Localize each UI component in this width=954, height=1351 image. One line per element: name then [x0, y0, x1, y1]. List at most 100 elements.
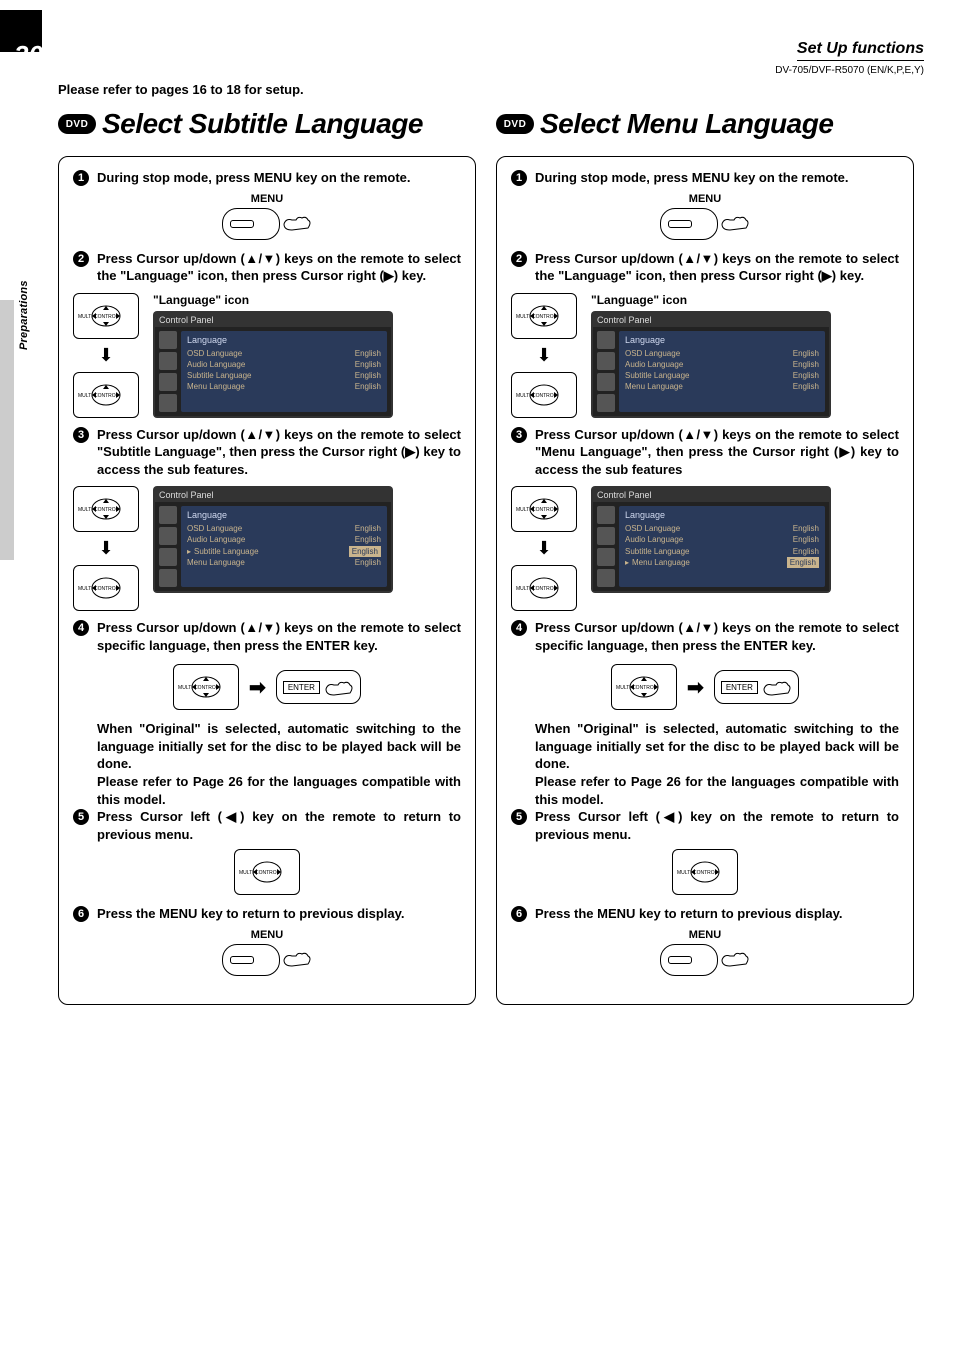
panel-category-icon — [159, 394, 177, 412]
step-number-icon: 1 — [511, 170, 527, 186]
enter-key-icon: ENTER — [276, 670, 361, 704]
step-text: Press Cursor up/down (▲/▼) keys on the r… — [97, 619, 461, 654]
step-text: During stop mode, press MENU key on the … — [97, 169, 411, 187]
step-number-icon: 6 — [511, 906, 527, 922]
multi-control-label: MULTI CONTROL — [178, 685, 218, 691]
control-panel-screenshot: Control Panel LanguageOSD LanguageEnglish… — [153, 486, 393, 593]
left-column: DVD Select Subtitle Language 1 During st… — [58, 108, 476, 1005]
section-title-right: DVD Select Menu Language — [496, 108, 914, 140]
multi-control-label: MULTI CONTROL — [677, 870, 717, 876]
panel-icon-column — [159, 331, 177, 412]
panel-row: Audio LanguageEnglish — [625, 359, 819, 370]
menu-key-group: MENU — [222, 929, 312, 976]
panel-row: Audio LanguageEnglish — [187, 534, 381, 545]
enter-key-diagram: MULTI CONTROL ➡ ENTER — [73, 664, 461, 710]
panel-category-icon — [159, 527, 177, 545]
page-number: 20 — [14, 40, 43, 71]
step: 2 Press Cursor up/down (▲/▼) keys on the… — [511, 250, 899, 285]
dvd-badge-icon: DVD — [496, 114, 534, 134]
right-frame: 1 During stop mode, press MENU key on th… — [496, 156, 914, 1005]
step-note: When "Original" is selected, automatic s… — [97, 720, 461, 808]
step-text: Press Cursor left (◀) key on the remote … — [535, 808, 899, 843]
step-note: When "Original" is selected, automatic s… — [535, 720, 899, 808]
step-number-icon: 5 — [73, 809, 89, 825]
step-number-icon: 4 — [73, 620, 89, 636]
panel-category-icon — [597, 352, 615, 370]
step-number-icon: 2 — [73, 251, 89, 267]
multi-control-stack: MULTI CONTROL ⬇ MULTI CONTROL — [511, 486, 577, 611]
panel-icon-column — [597, 331, 615, 412]
panel-row: Menu LanguageEnglish — [625, 381, 819, 392]
multi-control-label: MULTI CONTROL — [616, 685, 656, 691]
multi-control-icon: MULTI CONTROL — [511, 486, 577, 532]
multi-control-icon: MULTI CONTROL — [73, 372, 139, 418]
step-number-icon: 1 — [73, 170, 89, 186]
panel-row: OSD LanguageEnglish — [625, 348, 819, 359]
hand-icon — [762, 675, 792, 699]
menu-key-icon — [660, 208, 718, 240]
panel-row: Audio LanguageEnglish — [187, 359, 381, 370]
step: 1 During stop mode, press MENU key on th… — [511, 169, 899, 187]
panel-row: OSD LanguageEnglish — [187, 348, 381, 359]
panel-row: OSD LanguageEnglish — [625, 523, 819, 534]
menu-key-icon — [222, 944, 280, 976]
menu-key-diagram: MENU — [73, 193, 461, 240]
panel-titlebar: Control Panel — [593, 313, 829, 327]
enter-label: ENTER — [283, 681, 320, 694]
down-arrow-icon: ⬇ — [98, 345, 113, 366]
language-icon-caption: "Language" icon — [153, 293, 461, 307]
menu-key-icon — [660, 944, 718, 976]
multi-control-label: MULTI CONTROL — [239, 870, 279, 876]
panel-category-icon — [159, 506, 177, 524]
step-text: Press Cursor up/down (▲/▼) keys on the r… — [97, 426, 461, 479]
step-text: Press Cursor up/down (▲/▼) keys on the r… — [97, 250, 461, 285]
menu-label: MENU — [689, 193, 721, 205]
step: 6 Press the MENU key to return to previo… — [511, 905, 899, 923]
panel-list: Language OSD LanguageEnglishAudio Languag… — [181, 331, 387, 412]
down-arrow-icon: ⬇ — [98, 538, 113, 559]
panel-row: OSD LanguageEnglish — [187, 523, 381, 534]
step: 4 Press Cursor up/down (▲/▼) keys on the… — [73, 619, 461, 654]
panel-area: "Language" icon Control PanelLanguageOSD… — [591, 293, 899, 418]
control-panel-screenshot: Control PanelLanguageOSD LanguageEnglish… — [153, 311, 393, 418]
panel-body: LanguageOSD LanguageEnglishAudio Languag… — [155, 502, 391, 591]
dvd-badge-icon: DVD — [58, 114, 96, 134]
panel-list-header: Language — [625, 335, 819, 345]
panel-category-icon — [597, 331, 615, 349]
panel-category-icon — [597, 569, 615, 587]
multi-control-icon: MULTI CONTROL — [511, 565, 577, 611]
hand-icon — [720, 946, 750, 970]
panel-titlebar: Control Panel — [155, 488, 391, 502]
multi-control-icon: MULTI CONTROL — [73, 486, 139, 532]
panel-body: Language OSD LanguageEnglishAudio Languag… — [155, 327, 391, 416]
panel-area: Control PanelLanguageOSD LanguageEnglish… — [591, 486, 899, 593]
down-arrow-icon: ⬇ — [536, 345, 551, 366]
multi-control-diagram: MULTI CONTROL ⬇ MULTI CONTROL Control Pa… — [73, 486, 461, 611]
multi-control-icon: MULTI CONTROL — [672, 849, 738, 895]
panel-row: Subtitle LanguageEnglish — [187, 370, 381, 381]
panel-list: LanguageOSD LanguageEnglishAudio Languag… — [181, 506, 387, 587]
step-number-icon: 2 — [511, 251, 527, 267]
hand-icon — [324, 675, 354, 699]
hand-icon — [720, 210, 750, 234]
panel-area: "Language" icon Control PanelLanguageOSD… — [153, 293, 461, 418]
arrow-right-icon: ➡ — [687, 675, 704, 700]
section-title-text: Select Subtitle Language — [102, 108, 423, 140]
step: 5 Press Cursor left (◀) key on the remot… — [73, 808, 461, 843]
multi-control-diagram: MULTI CONTROL ⬇ MULTI CONTROL Control Pa… — [511, 486, 899, 611]
control-panel-screenshot: Control Panel Language OSD LanguageEnglish… — [591, 311, 831, 418]
side-section-label: Preparations — [18, 280, 30, 350]
step: 3 Press Cursor up/down (▲/▼) keys on the… — [511, 426, 899, 479]
enter-key-diagram: MULTI CONTROL ➡ ENTER — [511, 664, 899, 710]
panel-row: Subtitle LanguageEnglish — [625, 546, 819, 557]
menu-key-group: MENU — [660, 193, 750, 240]
menu-key-diagram: MENU — [511, 929, 899, 976]
panel-list-header: Language — [187, 335, 381, 345]
panel-category-icon — [597, 506, 615, 524]
multi-control-icon: MULTI CONTROL — [173, 664, 239, 710]
panel-list: LanguageOSD LanguageEnglishAudio Languag… — [619, 506, 825, 587]
panel-icon-column — [159, 506, 177, 587]
section-title-left: DVD Select Subtitle Language — [58, 108, 476, 140]
panel-category-icon — [159, 569, 177, 587]
side-index-tab — [0, 300, 14, 560]
